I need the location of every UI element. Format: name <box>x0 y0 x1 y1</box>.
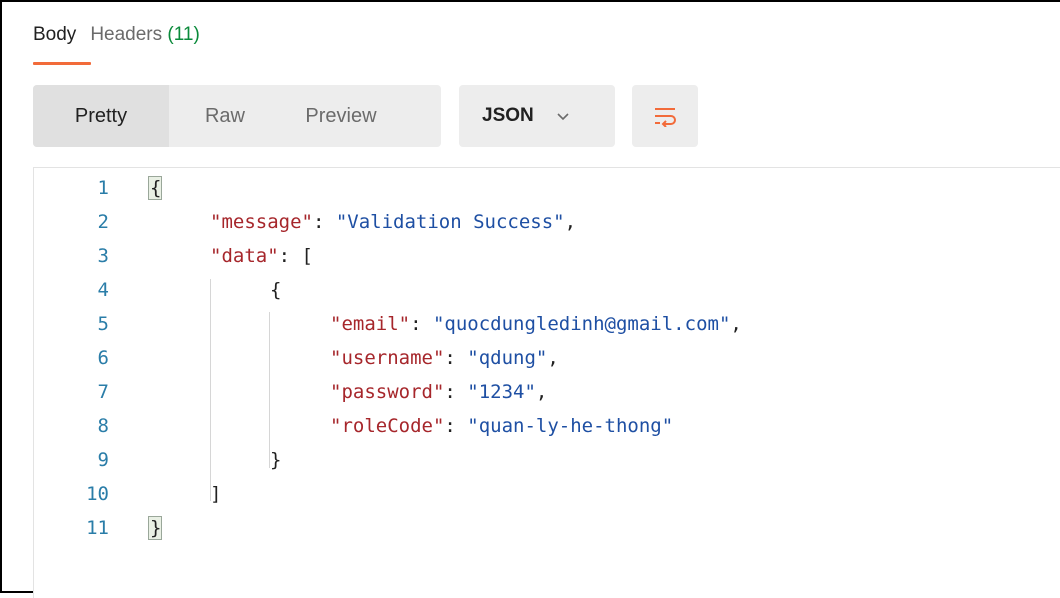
code-text: ] <box>210 477 221 511</box>
chevron-down-icon <box>557 113 569 121</box>
line-number: 11 <box>86 517 109 539</box>
json-punctuation: , <box>564 211 577 233</box>
code-line: 1{ <box>34 171 1034 205</box>
json-key: "roleCode" <box>330 415 445 437</box>
line-number: 1 <box>97 177 109 199</box>
line-number: 2 <box>97 211 109 233</box>
json-punctuation: } <box>270 449 282 471</box>
json-string: "qdung" <box>467 347 548 369</box>
active-tab-indicator <box>33 62 91 65</box>
code-text: "password": "1234", <box>330 375 547 409</box>
json-punctuation: , <box>730 313 742 335</box>
headers-count-badge: (11) <box>167 24 200 45</box>
preview-button[interactable]: Preview <box>281 85 401 147</box>
code-text: "email": "quocdungledinh@gmail.com", <box>330 307 742 341</box>
line-number: 5 <box>97 313 109 335</box>
json-key: "password" <box>330 381 445 403</box>
json-punctuation: : <box>410 313 433 335</box>
code-line: 3 "data": [ <box>34 239 1034 273</box>
line-number: 10 <box>86 483 109 505</box>
format-dropdown[interactable]: JSON <box>459 85 615 147</box>
code-text: "roleCode": "quan-ly-he-thong" <box>330 409 673 443</box>
json-key: "email" <box>330 313 411 335</box>
line-number: 8 <box>97 415 109 437</box>
json-punctuation: ] <box>210 483 222 505</box>
pretty-button[interactable]: Pretty <box>33 85 169 147</box>
json-punctuation: : <box>312 211 336 233</box>
code-text: "message": "Validation Success", <box>210 205 576 239</box>
json-punctuation: } <box>150 517 162 539</box>
tab-headers[interactable]: Headers (11) <box>90 24 200 46</box>
view-mode-selector: Pretty Raw Preview <box>33 85 441 147</box>
line-number: 6 <box>97 347 109 369</box>
json-punctuation: : <box>444 415 468 437</box>
wrap-lines-button[interactable] <box>632 85 698 147</box>
json-string: "1234" <box>467 381 536 403</box>
json-key: "message" <box>210 211 313 233</box>
code-text: } <box>270 443 281 477</box>
code-text: "username": "qdung", <box>330 341 559 375</box>
tab-body[interactable]: Body <box>33 24 76 46</box>
tab-headers-label: Headers <box>90 24 163 45</box>
code-line: 10] <box>34 477 1034 511</box>
json-punctuation: { <box>150 177 162 199</box>
code-line: 8 "roleCode": "quan-ly-he-thong" <box>34 409 1034 443</box>
json-punctuation: : <box>444 347 468 369</box>
format-label: JSON <box>482 105 534 126</box>
json-punctuation: : <box>444 381 468 403</box>
json-key: "username" <box>330 347 445 369</box>
code-text: } <box>150 511 161 545</box>
json-key: "data" <box>210 245 279 267</box>
json-string: "Validation Success" <box>335 211 565 233</box>
json-punctuation: , <box>547 347 559 369</box>
raw-button[interactable]: Raw <box>169 85 281 147</box>
code-line: 5 "email": "quocdungledinh@gmail.com", <box>34 307 1034 341</box>
code-line: 11} <box>34 511 1034 545</box>
wrap-lines-icon <box>655 108 676 127</box>
json-string: "quocdungledinh@gmail.com" <box>432 313 731 335</box>
line-number: 4 <box>97 279 109 301</box>
code-line: 7 "password": "1234", <box>34 375 1034 409</box>
code-line: 6 "username": "qdung", <box>34 341 1034 375</box>
json-punctuation: { <box>270 279 282 301</box>
code-text: "data": [ <box>210 239 313 273</box>
response-tabs: Body Headers (11) <box>33 24 200 46</box>
line-number: 7 <box>97 381 109 403</box>
code-line: 2 "message": "Validation Success", <box>34 205 1034 239</box>
code-editor[interactable]: 1{2 "message": "Validation Success", 3 "dat… <box>33 167 1060 598</box>
code-line: 4{ <box>34 273 1034 307</box>
json-punctuation: , <box>535 381 548 403</box>
json-punctuation: : [ <box>278 245 313 267</box>
line-number: 3 <box>97 245 109 267</box>
code-line: 9} <box>34 443 1034 477</box>
code-text: { <box>150 171 161 205</box>
json-string: "quan-ly-he-thong" <box>467 415 674 437</box>
line-number: 9 <box>97 449 109 471</box>
code-text: { <box>270 273 281 307</box>
